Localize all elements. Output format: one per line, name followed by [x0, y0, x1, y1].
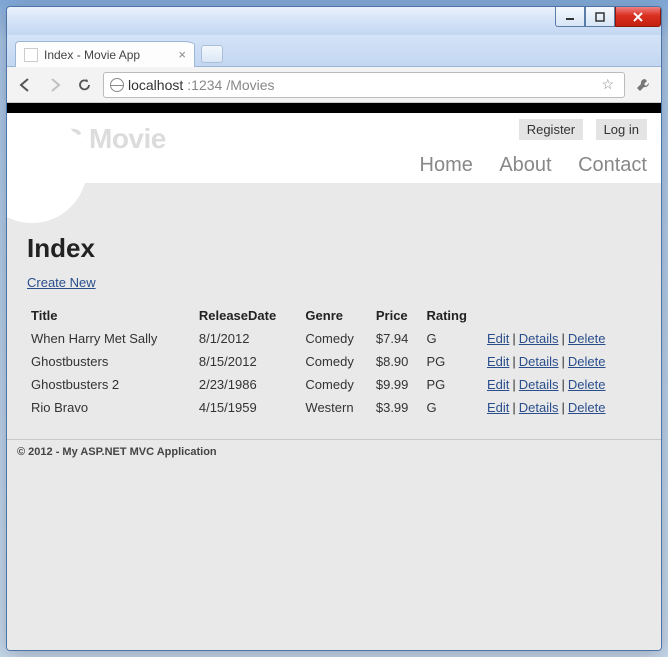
login-link[interactable]: Log in — [596, 119, 647, 140]
cell-title: When Harry Met Sally — [27, 327, 195, 350]
cell-genre: Western — [301, 396, 371, 419]
col-title: Title — [27, 304, 195, 327]
nav-home[interactable]: Home — [420, 154, 473, 176]
cell-title: Rio Bravo — [27, 396, 195, 419]
cell-price: $7.94 — [372, 327, 423, 350]
register-link[interactable]: Register — [519, 119, 583, 140]
details-link[interactable]: Details — [519, 331, 559, 346]
cell-releaseDate: 8/1/2012 — [195, 327, 302, 350]
window-maximize-button[interactable] — [585, 7, 615, 27]
table-header-row: Title ReleaseDate Genre Price Rating — [27, 304, 641, 327]
cell-price: $8.90 — [372, 350, 423, 373]
delete-link[interactable]: Delete — [568, 400, 606, 415]
reload-button[interactable] — [73, 73, 97, 97]
table-row: Rio Bravo4/15/1959Western$3.99GEdit|Deta… — [27, 396, 641, 419]
cell-actions: Edit|Details|Delete — [483, 396, 641, 419]
create-new-link[interactable]: Create New — [27, 275, 96, 290]
cell-rating: PG — [422, 350, 483, 373]
cell-title: Ghostbusters — [27, 350, 195, 373]
nav-contact[interactable]: Contact — [578, 154, 647, 176]
cell-releaseDate: 4/15/1959 — [195, 396, 302, 419]
col-rating: Rating — [422, 304, 483, 327]
forward-button[interactable] — [43, 73, 67, 97]
details-link[interactable]: Details — [519, 377, 559, 392]
tab-strip: Index - Movie App × — [7, 35, 661, 67]
address-bar[interactable]: localhost:1234/Movies ☆ — [103, 72, 625, 98]
table-row: Ghostbusters 22/23/1986Comedy$9.99PGEdit… — [27, 373, 641, 396]
window-minimize-button[interactable] — [555, 7, 585, 27]
globe-icon — [110, 78, 124, 92]
movies-table: Title ReleaseDate Genre Price Rating Whe… — [27, 304, 641, 419]
edit-link[interactable]: Edit — [487, 377, 509, 392]
tab-close-icon[interactable]: × — [178, 47, 186, 62]
cell-genre: Comedy — [301, 350, 371, 373]
browser-toolbar: localhost:1234/Movies ☆ — [7, 67, 661, 103]
new-tab-button[interactable] — [201, 45, 223, 63]
details-link[interactable]: Details — [519, 400, 559, 415]
browser-window: Index - Movie App × localhost:1234/Movie… — [6, 6, 662, 651]
window-titlebar — [7, 7, 661, 35]
window-close-button[interactable] — [615, 7, 661, 27]
page-viewport: MVC Movie Register Log in Home About Con… — [7, 103, 661, 650]
favicon-icon — [24, 48, 38, 62]
main-content: Index Create New Title ReleaseDate Genre… — [7, 183, 661, 439]
table-row: When Harry Met Sally8/1/2012Comedy$7.94G… — [27, 327, 641, 350]
tab-title: Index - Movie App — [44, 48, 140, 62]
wrench-menu-button[interactable] — [631, 73, 655, 97]
browser-tab[interactable]: Index - Movie App × — [15, 41, 195, 67]
cell-rating: G — [422, 327, 483, 350]
nav-about[interactable]: About — [499, 154, 551, 176]
site-footer: © 2012 - My ASP.NET MVC Application — [7, 439, 661, 464]
url-host: localhost — [128, 77, 183, 93]
delete-link[interactable]: Delete — [568, 354, 606, 369]
col-genre: Genre — [301, 304, 371, 327]
cell-actions: Edit|Details|Delete — [483, 350, 641, 373]
cell-rating: G — [422, 396, 483, 419]
cell-genre: Comedy — [301, 373, 371, 396]
col-actions — [483, 304, 641, 327]
cell-actions: Edit|Details|Delete — [483, 327, 641, 350]
edit-link[interactable]: Edit — [487, 354, 509, 369]
cell-genre: Comedy — [301, 327, 371, 350]
col-price: Price — [372, 304, 423, 327]
details-link[interactable]: Details — [519, 354, 559, 369]
edit-link[interactable]: Edit — [487, 331, 509, 346]
url-port: :1234 — [187, 77, 222, 93]
cell-releaseDate: 8/15/2012 — [195, 350, 302, 373]
edit-link[interactable]: Edit — [487, 400, 509, 415]
page-title: Index — [27, 233, 641, 264]
col-releasedate: ReleaseDate — [195, 304, 302, 327]
cell-title: Ghostbusters 2 — [27, 373, 195, 396]
top-black-bar — [7, 103, 661, 113]
cell-price: $3.99 — [372, 396, 423, 419]
bookmark-star-icon[interactable]: ☆ — [597, 76, 618, 93]
cell-actions: Edit|Details|Delete — [483, 373, 641, 396]
window-controls — [555, 7, 661, 27]
site-header: MVC Movie Register Log in Home About Con… — [7, 113, 661, 183]
cell-releaseDate: 2/23/1986 — [195, 373, 302, 396]
cell-rating: PG — [422, 373, 483, 396]
delete-link[interactable]: Delete — [568, 377, 606, 392]
cell-price: $9.99 — [372, 373, 423, 396]
account-links: Register Log in — [398, 119, 661, 140]
url-path: /Movies — [226, 77, 274, 93]
back-button[interactable] — [13, 73, 37, 97]
delete-link[interactable]: Delete — [568, 331, 606, 346]
main-nav: Home About Contact — [398, 154, 661, 177]
table-row: Ghostbusters8/15/2012Comedy$8.90PGEdit|D… — [27, 350, 641, 373]
